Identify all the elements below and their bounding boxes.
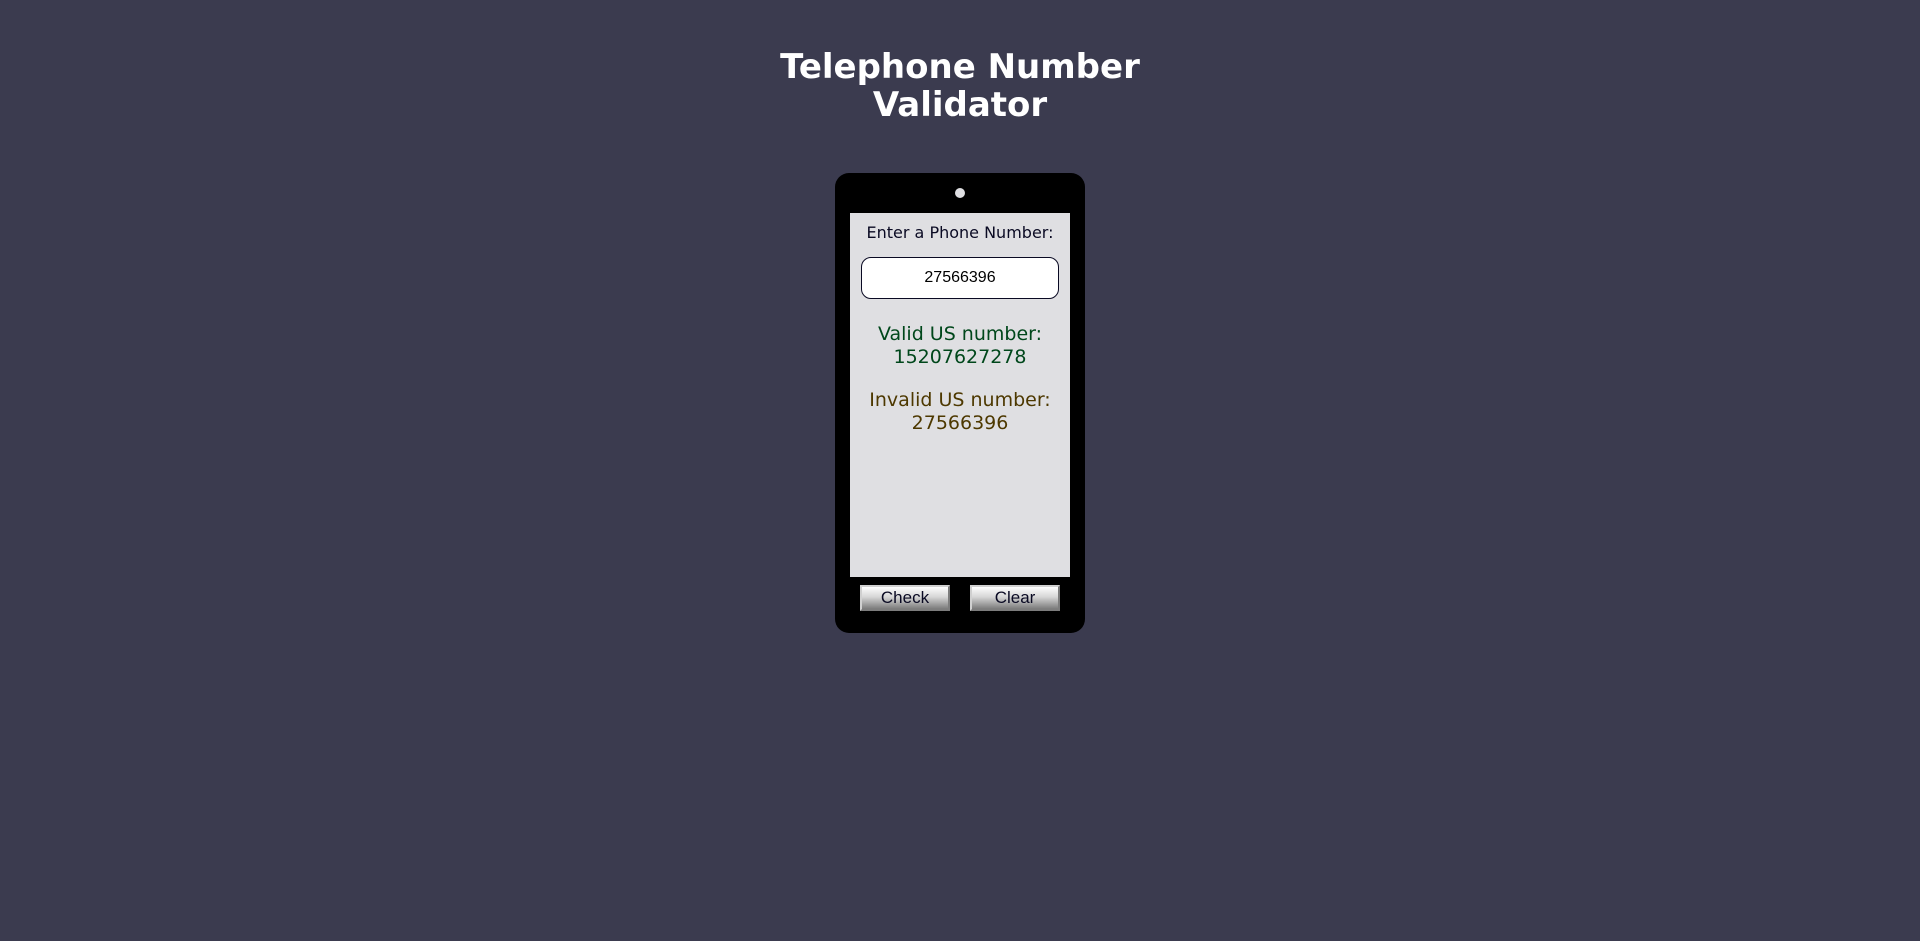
phone-number-input[interactable]: [861, 257, 1059, 299]
page-title-line-2: Validator: [872, 85, 1048, 125]
phone-screen: Enter a Phone Number: Valid US number: 1…: [850, 213, 1070, 577]
results-div: Valid US number: 15207627278 Invalid US …: [850, 323, 1070, 455]
page: Telephone Number Validator Enter a Phone…: [0, 0, 1920, 941]
result-valid-number: 15207627278: [893, 346, 1027, 368]
phone-container: Enter a Phone Number: Valid US number: 1…: [835, 173, 1085, 633]
clear-button[interactable]: Clear: [970, 585, 1060, 611]
result-valid: Valid US number: 15207627278: [850, 323, 1070, 369]
page-title-line-1: Telephone Number: [780, 47, 1140, 87]
result-invalid-label: Invalid US number:: [869, 389, 1051, 411]
page-title: Telephone Number Validator: [0, 48, 1920, 124]
result-invalid: Invalid US number: 27566396: [850, 389, 1070, 435]
check-button[interactable]: Check: [860, 585, 950, 611]
result-valid-label: Valid US number:: [877, 323, 1043, 345]
camera-icon: [955, 188, 965, 198]
result-invalid-number: 27566396: [911, 412, 1009, 434]
phone-number-label: Enter a Phone Number:: [866, 223, 1054, 242]
